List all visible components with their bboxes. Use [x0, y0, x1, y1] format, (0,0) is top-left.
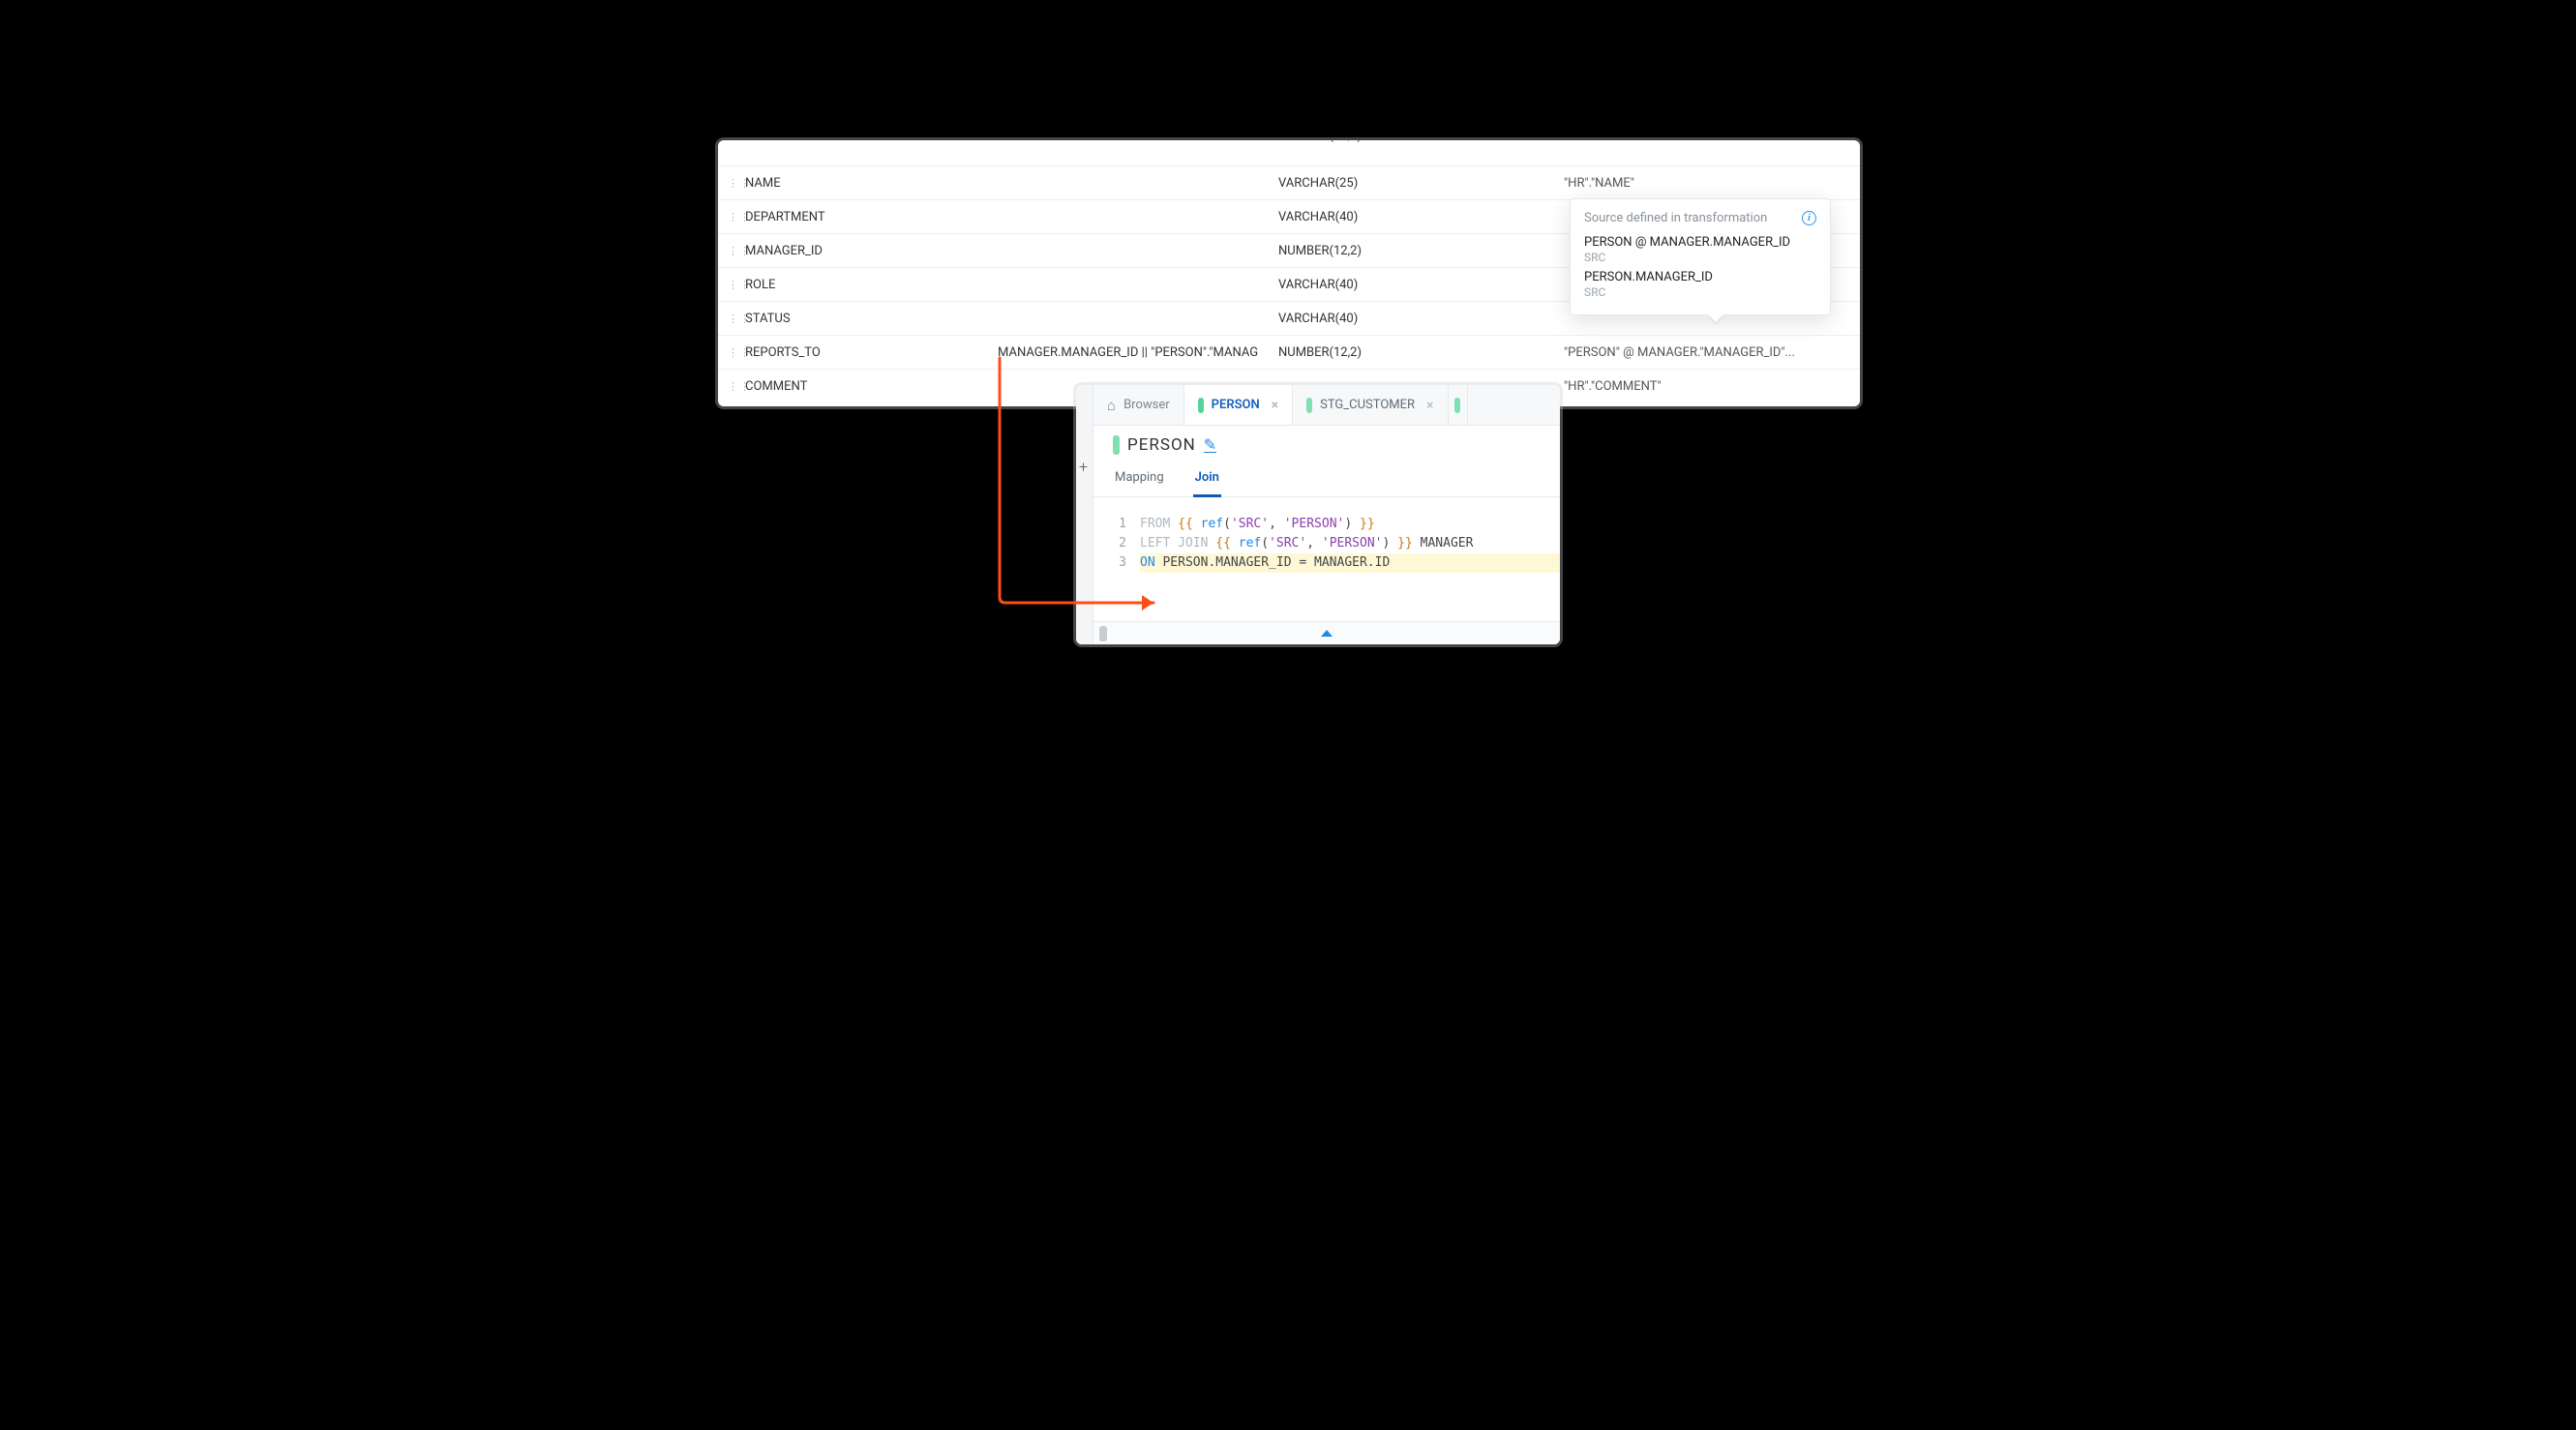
scrollbar-thumb[interactable] [1099, 626, 1107, 641]
add-icon[interactable]: + [1079, 458, 1088, 476]
editor-panel: + ⌂ Browser PERSON × STG_CUSTOMER × [1076, 385, 1560, 644]
col-source: "HR"."COMMENT" [1564, 379, 1860, 394]
table-row[interactable]: ⋮⋮ NAME VARCHAR(25) "HR"."NAME" [718, 166, 1860, 200]
tab-browser[interactable]: ⌂ Browser [1093, 385, 1184, 425]
col-name: MANAGER_ID [741, 244, 998, 258]
object-chip-icon [1113, 435, 1120, 455]
col-type: NUMBER(12,2) [1278, 244, 1564, 258]
popover-entry: PERSON.MANAGER_ID SRC [1584, 270, 1816, 299]
table-row[interactable]: ⋮⋮ KEY NUMBER(38,0) HR . KEY [718, 140, 1860, 166]
code-editor[interactable]: 1 2 3 FROM {{ ref('SRC', 'PERSON') }} LE… [1093, 497, 1560, 577]
col-type: VARCHAR(40) [1278, 210, 1564, 224]
col-name: KEY [741, 140, 998, 143]
object-title: PERSON [1127, 435, 1196, 455]
object-chip-icon [1454, 398, 1460, 413]
object-chip-icon [1198, 398, 1204, 413]
col-name: ROLE [741, 278, 998, 292]
popover-entry-main: PERSON @ MANAGER.MANAGER_ID [1584, 235, 1816, 250]
subtab-join[interactable]: Join [1193, 464, 1221, 497]
drag-handle-icon[interactable]: ⋮⋮ [728, 180, 741, 187]
popover-entry-sub: SRC [1584, 285, 1816, 299]
col-type: VARCHAR(40) [1278, 278, 1564, 292]
col-type: NUMBER(38,0) [1278, 140, 1564, 143]
drag-handle-icon[interactable]: ⋮⋮ [728, 349, 741, 356]
col-name: STATUS [741, 312, 998, 326]
tab-person[interactable]: PERSON × [1184, 385, 1293, 425]
edit-icon[interactable]: ✎ [1204, 438, 1216, 453]
tab-label: PERSON [1212, 398, 1260, 412]
col-name: REPORTS_TO [741, 345, 998, 360]
tab-overflow[interactable] [1449, 385, 1468, 425]
col-source: HR . KEY [1564, 140, 1860, 143]
popover-title: Source defined in transformation [1584, 211, 1767, 225]
drag-handle-icon[interactable]: ⋮⋮ [728, 383, 741, 390]
col-type: VARCHAR(40) [1278, 312, 1564, 326]
home-icon: ⌂ [1107, 397, 1116, 414]
drag-handle-icon[interactable]: ⋮⋮ [728, 282, 741, 288]
col-name: DEPARTMENT [741, 210, 998, 224]
code-line[interactable]: FROM {{ ref('SRC', 'PERSON') }} [1140, 515, 1560, 534]
col-expr: MANAGER.MANAGER_ID || "PERSON"."MANAG [998, 345, 1278, 360]
tab-label: Browser [1123, 398, 1170, 412]
editor-gutter [1076, 385, 1093, 644]
drag-handle-icon[interactable]: ⋮⋮ [728, 315, 741, 322]
editor-footer [1093, 621, 1560, 644]
table-row[interactable]: ⋮⋮ REPORTS_TO MANAGER.MANAGER_ID || "PER… [718, 336, 1860, 370]
col-source: "HR"."NAME" [1564, 176, 1860, 191]
popover-entry: PERSON @ MANAGER.MANAGER_ID SRC [1584, 235, 1816, 264]
code-line[interactable]: LEFT JOIN {{ ref('SRC', 'PERSON') }} MAN… [1140, 534, 1560, 553]
tab-stg-customer[interactable]: STG_CUSTOMER × [1293, 385, 1448, 425]
close-icon[interactable]: × [1272, 399, 1278, 412]
object-header: PERSON ✎ [1093, 426, 1560, 461]
tab-label: STG_CUSTOMER [1320, 398, 1415, 412]
col-source: "PERSON" @ MANAGER."MANAGER_ID"... [1564, 345, 1860, 360]
col-type: VARCHAR(25) [1278, 176, 1564, 191]
info-icon[interactable]: i [1802, 211, 1816, 225]
subtab-mapping[interactable]: Mapping [1113, 464, 1166, 496]
code-line-highlighted[interactable]: ON PERSON.MANAGER_ID = MANAGER.ID [1140, 553, 1560, 573]
popover-entry-main: PERSON.MANAGER_ID [1584, 270, 1816, 284]
close-icon[interactable]: × [1426, 399, 1433, 412]
chevron-up-icon[interactable] [1321, 630, 1333, 637]
popover-caret-icon [1708, 314, 1723, 322]
object-chip-icon [1306, 398, 1312, 413]
drag-handle-icon[interactable]: ⋮⋮ [728, 214, 741, 221]
col-name: NAME [741, 176, 998, 191]
editor-tabs: ⌂ Browser PERSON × STG_CUSTOMER × [1093, 385, 1560, 426]
col-type: NUMBER(12,2) [1278, 345, 1564, 360]
popover-entry-sub: SRC [1584, 251, 1816, 264]
line-numbers: 1 2 3 [1093, 515, 1140, 573]
drag-handle-icon[interactable]: ⋮⋮ [728, 248, 741, 254]
source-popover: Source defined in transformation i PERSO… [1570, 198, 1831, 315]
subtabs: Mapping Join [1093, 461, 1560, 497]
col-name: COMMENT [741, 379, 998, 394]
